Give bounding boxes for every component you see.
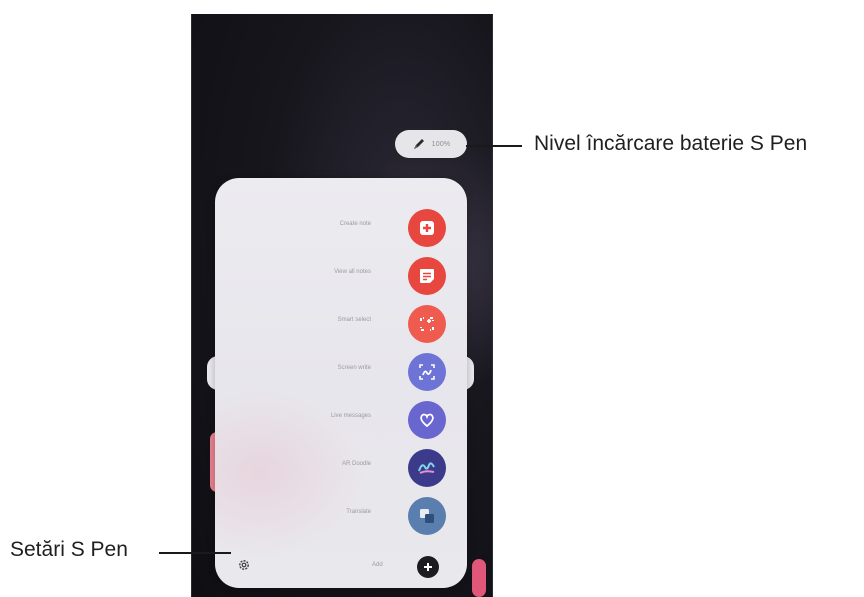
menu-item-label: Translate (346, 509, 371, 515)
menu-item-create-note[interactable]: Create note (215, 206, 467, 250)
phone-screen: 100% Create note View all notes Smart se… (191, 14, 493, 597)
screen-write-icon (408, 353, 446, 391)
air-command-panel: Create note View all notes Smart select … (215, 178, 467, 588)
battery-callout-label: Nivel încărcare baterie S Pen (534, 132, 808, 155)
ar-doodle-icon (408, 449, 446, 487)
menu-item-view-all-notes[interactable]: View all notes (215, 254, 467, 298)
settings-gear-icon[interactable] (237, 558, 251, 572)
menu-item-label: View all notes (334, 269, 371, 275)
menu-item-screen-write[interactable]: Screen write (215, 350, 467, 394)
menu-item-label: Live messages (330, 413, 371, 419)
battery-callout-line (466, 145, 522, 147)
menu-item-label: Create note (339, 221, 371, 227)
smart-select-icon (408, 305, 446, 343)
add-icon[interactable] (417, 556, 439, 578)
menu-item-live-messages[interactable]: Live messages (215, 398, 467, 442)
menu-item-smart-select[interactable]: Smart select (215, 302, 467, 346)
settings-callout-label: Setări S Pen (10, 538, 128, 561)
live-messages-icon (408, 401, 446, 439)
menu-item-label: AR Doodle (341, 461, 371, 467)
translate-icon (408, 497, 446, 535)
s-pen-icon (412, 137, 426, 151)
add-shortcut-label: Add (372, 562, 383, 568)
menu-item-label: Screen write (337, 365, 371, 371)
settings-callout-line (159, 552, 231, 554)
menu-item-translate[interactable]: Translate (215, 494, 467, 538)
s-pen-battery-indicator: 100% (395, 130, 467, 158)
menu-item-ar-doodle[interactable]: AR Doodle (215, 446, 467, 490)
manual-illustration: 100% Create note View all notes Smart se… (0, 0, 864, 597)
view-notes-icon (408, 257, 446, 295)
battery-percent: 100% (431, 140, 451, 148)
create-note-icon (408, 209, 446, 247)
menu-item-label: Smart select (337, 317, 371, 323)
background-app-edge (472, 559, 486, 597)
